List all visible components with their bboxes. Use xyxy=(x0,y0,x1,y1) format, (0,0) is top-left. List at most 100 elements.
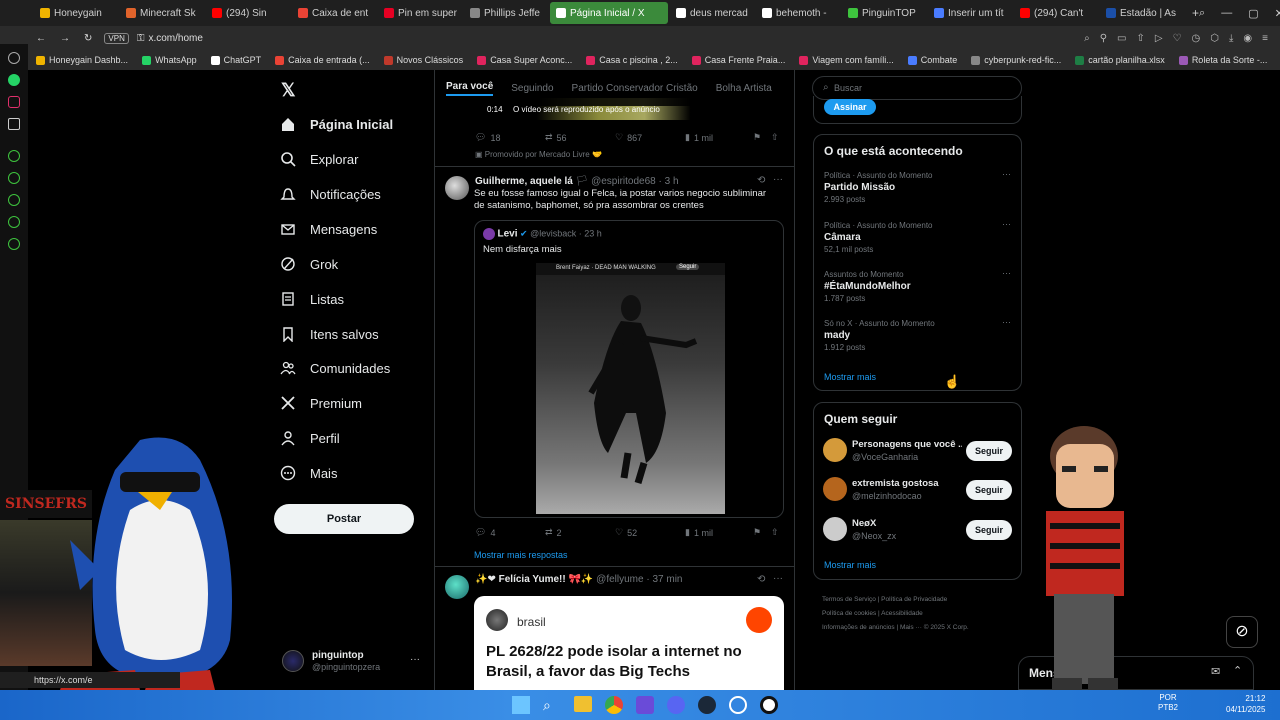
more-icon[interactable]: ··· xyxy=(1002,268,1011,278)
url-field[interactable]: x.com/home xyxy=(148,33,202,44)
browser-tab[interactable]: Phillips Jeffe xyxy=(464,2,548,24)
browser-tab[interactable]: behemoth - xyxy=(756,2,840,24)
reload-icon[interactable]: ↻ xyxy=(84,33,92,44)
views-button[interactable]: ▮ 1 mil xyxy=(685,527,753,538)
search-input[interactable]: Buscar xyxy=(834,83,862,93)
post-button[interactable]: Postar xyxy=(274,504,414,534)
show-more-replies[interactable]: Mostrar mais respostas xyxy=(474,550,568,560)
show-more-trends[interactable]: Mostrar mais xyxy=(824,372,876,382)
sidebar-icon-5[interactable] xyxy=(8,150,20,162)
bookmark-item[interactable]: Novos Clássicos xyxy=(383,55,463,65)
browser-tab[interactable]: deus mercad xyxy=(670,2,754,24)
start-icon[interactable] xyxy=(512,696,530,714)
secure-icon[interactable]: ⚿ xyxy=(137,33,145,44)
footer-accessibility[interactable]: Acessibilidade xyxy=(881,610,923,617)
vpn-badge[interactable]: VPN xyxy=(104,32,129,44)
messenger-icon[interactable] xyxy=(8,52,20,64)
close-icon[interactable]: ✕ xyxy=(1275,7,1280,20)
footer-terms[interactable]: Termos de Serviço xyxy=(822,596,876,603)
maximize-icon[interactable]: ▢ xyxy=(1248,7,1258,20)
quote-image[interactable]: Brent Faiyaz · DEAD MAN WALKING Seguir xyxy=(536,263,725,514)
opera-icon[interactable] xyxy=(760,696,778,714)
nav-item-people[interactable]: Comunidades xyxy=(280,360,390,376)
nav-item-bell[interactable]: Notificações xyxy=(280,186,381,202)
clock-time[interactable]: 21:12 xyxy=(1226,693,1265,704)
more-icon[interactable]: ··· xyxy=(410,654,420,665)
bookmark-icon[interactable]: ⚑ xyxy=(753,527,771,538)
tab-partido[interactable]: Partido Conservador Cristão xyxy=(572,83,698,94)
tweet-time[interactable]: 3 h xyxy=(665,176,679,187)
folder-icon[interactable] xyxy=(574,696,592,712)
repost-button[interactable]: ⇄ 56 xyxy=(545,132,615,143)
nav-item-mail[interactable]: Mensagens xyxy=(280,221,377,237)
history-icon[interactable]: ◷ xyxy=(1192,33,1201,44)
account-switcher[interactable]: pinguintop @pinguintopzera ··· xyxy=(282,648,422,676)
menu-icon[interactable]: ≡ xyxy=(1262,33,1268,44)
download-icon[interactable]: ⤓ xyxy=(1229,33,1233,44)
heart-icon[interactable]: ♡ xyxy=(1173,33,1182,44)
trend-item[interactable]: Política · Assunto do Momento Partido Mis… xyxy=(824,169,1014,204)
footer-more[interactable]: Mais ··· xyxy=(900,624,922,631)
reply-button[interactable]: 💬︎ 18 xyxy=(475,132,545,143)
share-icon[interactable]: ⇧ xyxy=(771,132,779,143)
new-tab-button[interactable]: + xyxy=(1192,6,1199,20)
grok-icon[interactable]: ⟲ xyxy=(757,574,765,585)
subscribe-button[interactable]: Assinar xyxy=(824,99,876,115)
minimize-icon[interactable]: — xyxy=(1221,7,1232,20)
tweet-time[interactable]: 37 min xyxy=(652,574,682,585)
footer-privacy[interactable]: Política de Privacidade xyxy=(881,596,947,603)
sidebar-icon-6[interactable] xyxy=(8,172,20,184)
forward-icon[interactable]: → xyxy=(60,33,70,44)
screenshot-icon[interactable]: ▭ xyxy=(1117,33,1126,44)
footer-ads-info[interactable]: Informações de anúncios xyxy=(822,624,895,631)
chrome-icon[interactable] xyxy=(605,696,623,714)
sidebar-icon-8[interactable] xyxy=(8,216,20,228)
follow-suggestion[interactable]: extremista gostosa @melzinhodocao Seguir xyxy=(814,475,1021,505)
reply-button[interactable]: 💬︎ 4 xyxy=(475,527,545,538)
browser-tab[interactable]: Estadão | As xyxy=(1100,2,1184,24)
browser-tab[interactable]: Minecraft Sk xyxy=(120,2,204,24)
x-sidebar-icon[interactable] xyxy=(8,118,20,130)
tab-bolha-artista[interactable]: Bolha Artista xyxy=(716,83,772,94)
bookmark-item[interactable]: Honeygain Dashb... xyxy=(36,55,128,65)
search-icon[interactable]: ⌕ xyxy=(543,696,561,714)
like-button[interactable]: ♡ 52 xyxy=(615,527,685,538)
camera-icon[interactable]: ◉ xyxy=(1243,33,1252,44)
back-icon[interactable]: ← xyxy=(36,33,46,44)
bookmark-item[interactable]: Casa c piscina , 2... xyxy=(586,55,678,65)
follow-button[interactable]: Seguir xyxy=(966,520,1012,540)
bookmark-item[interactable]: ChatGPT xyxy=(210,55,261,65)
share-icon[interactable]: ⇧ xyxy=(771,527,779,538)
bookmark-item[interactable]: WhatsApp xyxy=(142,55,197,65)
nav-item-person[interactable]: Perfil xyxy=(280,430,340,446)
follow-button[interactable]: Seguir xyxy=(966,480,1012,500)
browser-tab[interactable]: (294) Sin xyxy=(206,2,290,24)
browser-tab[interactable]: Pin em super xyxy=(378,2,462,24)
more-icon[interactable]: ··· xyxy=(773,174,783,185)
bookmark-item[interactable]: Casa Super Aconc... xyxy=(477,55,572,65)
play-icon[interactable]: ▷ xyxy=(1155,33,1163,44)
instagram-icon[interactable] xyxy=(8,96,20,108)
browser-tab[interactable]: (294) Can't xyxy=(1014,2,1098,24)
bookmark-item[interactable]: Combate xyxy=(907,55,957,65)
more-icon[interactable]: ··· xyxy=(1002,317,1011,327)
bookmark-item[interactable]: cartão planilha.xlsx xyxy=(1075,55,1165,65)
bookmark-item[interactable]: Viagem com famíli... xyxy=(799,55,894,65)
sidebar-icon-7[interactable] xyxy=(8,194,20,206)
author-name[interactable]: Guilherme, aquele lá xyxy=(475,176,573,187)
browser-tab[interactable]: Página Inicial / X xyxy=(550,2,668,24)
nav-item-x-logo[interactable]: Premium xyxy=(280,395,362,411)
nav-item-grok[interactable]: Grok xyxy=(280,256,338,272)
nav-item-search[interactable]: Explorar xyxy=(280,151,358,167)
follow-button[interactable]: Seguir xyxy=(966,441,1012,461)
nav-item-home[interactable]: Página Inicial xyxy=(280,116,393,132)
language-indicator[interactable]: POR xyxy=(1158,693,1178,703)
tab-para-voce[interactable]: Para você xyxy=(446,81,494,96)
vpn-app-icon[interactable] xyxy=(729,696,747,714)
zoom-icon[interactable]: ⌕ xyxy=(1084,33,1090,44)
app-icon[interactable] xyxy=(636,696,654,714)
nav-item-more[interactable]: Mais xyxy=(280,465,337,481)
browser-tab[interactable]: PinguinTOP xyxy=(842,2,926,24)
nav-item-list[interactable]: Listas xyxy=(280,291,344,307)
discord-icon[interactable] xyxy=(667,696,685,714)
